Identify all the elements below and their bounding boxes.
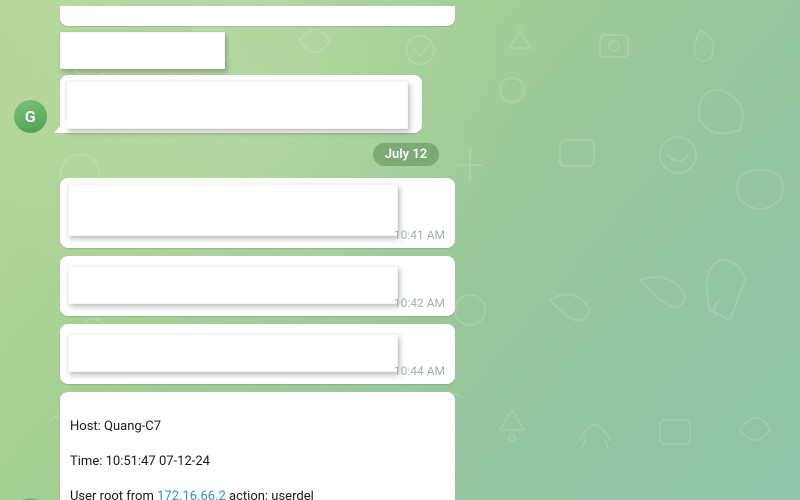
redacted-block xyxy=(66,81,408,129)
text-line: Host: Quang-C7 xyxy=(70,419,161,434)
message-bubble[interactable] xyxy=(60,6,455,26)
message-group-2: 10:41 AM 10:42 AM 10:44 AM Host: Quang-C… xyxy=(60,178,800,500)
date-pill: July 12 xyxy=(373,143,439,166)
message-bubble[interactable]: 10:41 AM xyxy=(60,178,455,248)
message-bubble[interactable]: 10:44 AM xyxy=(60,324,455,384)
message-text: Host: Quang-C7 Time: 10:51:47 07-12-24 U… xyxy=(70,400,393,500)
message-bubble[interactable]: Host: Quang-C7 Time: 10:51:47 07-12-24 U… xyxy=(60,392,455,500)
redacted-block xyxy=(68,334,398,372)
ip-link[interactable]: 172.16.66.2 xyxy=(157,489,226,500)
message-timestamp: 10:44 AM xyxy=(394,364,445,378)
message-group-1: G xyxy=(60,6,800,133)
message-bubble[interactable]: 10:42 AM xyxy=(60,256,455,316)
redacted-block xyxy=(60,32,225,69)
date-separator: July 12 xyxy=(12,143,800,166)
sender-avatar[interactable]: G xyxy=(14,100,47,133)
redacted-block xyxy=(68,184,398,236)
message-list[interactable]: G July 12 10:41 AM 10:42 AM 10:44 AM Ho xyxy=(0,0,800,500)
redacted-block xyxy=(68,266,398,304)
text-line: User root from xyxy=(70,489,157,500)
message-bubble[interactable] xyxy=(60,75,422,133)
message-timestamp: 10:42 AM xyxy=(394,296,445,310)
text-line: Time: 10:51:47 07-12-24 xyxy=(70,454,210,469)
chat-background: G July 12 10:41 AM 10:42 AM 10:44 AM Ho xyxy=(0,0,800,500)
message-timestamp: 10:41 AM xyxy=(394,228,445,242)
